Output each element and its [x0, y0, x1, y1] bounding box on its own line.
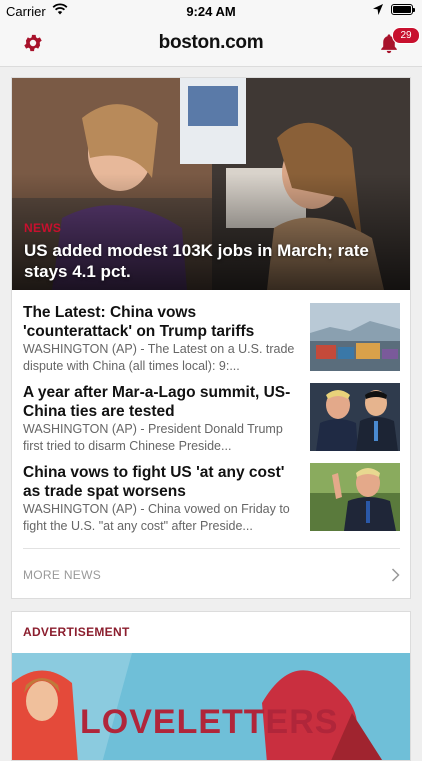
status-bar: Carrier 9:24 AM — [0, 0, 422, 22]
story-title: A year after Mar-a-Lago summit, US-China… — [23, 384, 291, 420]
divider — [23, 548, 400, 549]
battery-icon — [391, 4, 415, 15]
story-thumbnail — [310, 383, 400, 451]
story-description: WASHINGTON (AP) - President Donald Trump… — [23, 422, 283, 453]
news-card: NEWS US added modest 103K jobs in March;… — [11, 77, 411, 599]
advertisement-label: ADVERTISEMENT — [23, 625, 130, 639]
story-description: WASHINGTON (AP) - China vowed on Friday … — [23, 502, 290, 533]
top-story-title: US added modest 103K jobs in March; rate… — [24, 241, 369, 281]
story-item[interactable]: A year after Mar-a-Lago summit, US-China… — [23, 383, 401, 455]
story-title: China vows to fight US 'at any cost' as … — [23, 464, 285, 500]
advertisement-card: ADVERTISEMENT LOVELETTERS — [11, 611, 411, 761]
story-thumbnail — [310, 463, 400, 531]
story-thumbnail — [310, 303, 400, 371]
chevron-right-icon[interactable] — [391, 568, 400, 582]
story-title: The Latest: China vows 'counterattack' o… — [23, 304, 255, 340]
notification-badge[interactable]: 29 — [392, 27, 420, 44]
story-item[interactable]: China vows to fight US 'at any cost' as … — [23, 463, 401, 535]
story-item[interactable]: The Latest: China vows 'counterattack' o… — [23, 303, 401, 375]
top-story-category: NEWS — [24, 221, 62, 235]
nav-bar: boston.com 29 — [0, 22, 422, 67]
more-news-link[interactable]: MORE NEWS — [23, 568, 101, 582]
top-story[interactable]: NEWS US added modest 103K jobs in March;… — [12, 78, 410, 290]
ad-banner-text: LOVELETTERS — [80, 703, 339, 741]
location-arrow-icon — [373, 4, 383, 15]
clock: 9:24 AM — [186, 4, 236, 19]
site-logo: boston.com — [158, 32, 264, 53]
advertisement-banner[interactable]: LOVELETTERS — [12, 653, 410, 760]
story-description: WASHINGTON (AP) - The Latest on a U.S. t… — [23, 342, 295, 373]
